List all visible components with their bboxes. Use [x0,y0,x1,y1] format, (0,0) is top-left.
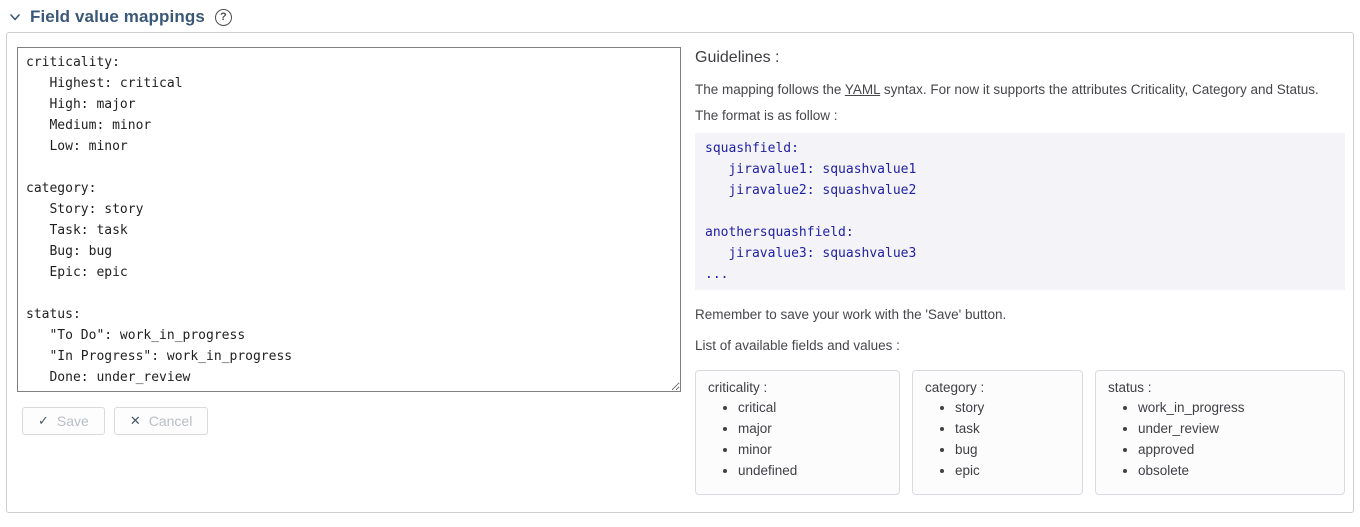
fields-list-label: List of available fields and values : [695,338,1345,353]
list-item: story [955,397,1070,418]
list-item: epic [955,460,1070,481]
guidelines-heading: Guidelines : [695,49,1345,67]
field-value-mappings-panel: criticality: Highest: critical High: maj… [6,32,1354,513]
list-item: work_in_progress [1138,397,1332,418]
section-header: Field value mappings ? [0,0,1360,32]
list-item: task [955,418,1070,439]
yaml-link[interactable]: YAML [845,82,880,97]
guidelines-column: Guidelines : The mapping follows the YAM… [695,43,1345,495]
field-box-title: criticality : [708,380,887,395]
guidelines-intro: The mapping follows the YAML syntax. For… [695,77,1345,129]
check-icon: ✓ [38,413,49,429]
field-values-list: critical major minor undefined [708,397,887,481]
field-values-box-category: category : story task bug epic [912,370,1083,495]
yaml-mapping-editor[interactable]: criticality: Highest: critical High: maj… [17,47,681,392]
help-icon[interactable]: ? [215,9,232,26]
yaml-code-example: squashfield: jiravalue1: squashvalue1 ji… [695,133,1345,290]
list-item: under_review [1138,418,1332,439]
list-item: undefined [738,460,887,481]
field-values-box-status: status : work_in_progress under_review a… [1095,370,1345,495]
save-reminder-text: Remember to save your work with the 'Sav… [695,307,1345,322]
field-values-list: work_in_progress under_review approved o… [1108,397,1332,481]
field-value-boxes: criticality : critical major minor undef… [695,370,1345,495]
field-values-box-criticality: criticality : critical major minor undef… [695,370,900,495]
field-box-title: status : [1108,380,1332,395]
list-item: approved [1138,439,1332,460]
collapse-chevron-icon[interactable] [8,10,22,24]
editor-buttons: ✓ Save ✕ Cancel [22,407,683,435]
list-item: minor [738,439,887,460]
cancel-button-label: Cancel [149,413,193,429]
editor-column: criticality: Highest: critical High: maj… [17,43,683,435]
x-icon: ✕ [130,413,141,429]
list-item: bug [955,439,1070,460]
field-box-title: category : [925,380,1070,395]
list-item: major [738,418,887,439]
field-values-list: story task bug epic [925,397,1070,481]
intro-text-before-link: The mapping follows the [695,82,845,97]
save-button[interactable]: ✓ Save [22,407,105,435]
list-item: obsolete [1138,460,1332,481]
cancel-button[interactable]: ✕ Cancel [114,407,209,435]
save-button-label: Save [57,413,89,429]
section-title: Field value mappings [30,7,205,27]
list-item: critical [738,397,887,418]
